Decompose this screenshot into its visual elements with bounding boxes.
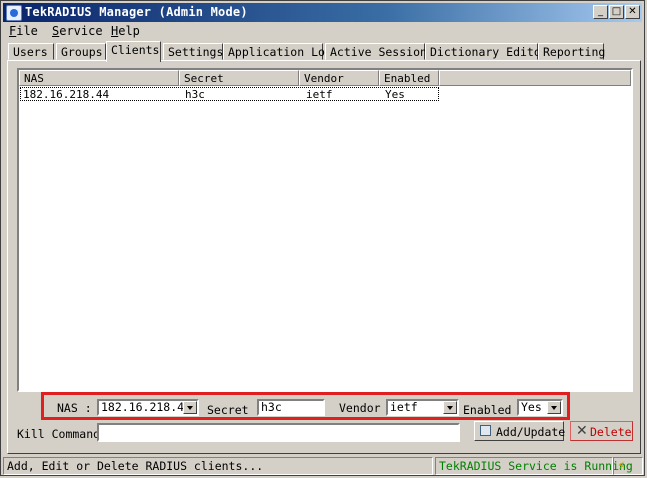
nas-label: NAS :: [57, 401, 92, 415]
column-vendor[interactable]: Vendor: [299, 70, 379, 86]
vendor-combo[interactable]: ietf: [386, 399, 459, 416]
status-hint: Add, Edit or Delete RADIUS clients...: [3, 457, 433, 475]
enabled-combo[interactable]: Yes: [517, 399, 563, 416]
tab-clients[interactable]: Clients: [106, 41, 161, 62]
main-window: TekRADIUS Manager (Admin Mode) _ □ ✕ Fil…: [0, 0, 645, 476]
menu-service-label: ervice: [59, 24, 103, 38]
menu-file[interactable]: File: [9, 24, 38, 38]
nas-combo[interactable]: 182.16.218.44: [97, 399, 199, 416]
app-icon: [6, 5, 22, 21]
cell-vendor: ietf: [306, 88, 333, 101]
vendor-dropdown-chevron-icon[interactable]: [443, 401, 457, 414]
menu-help-label: elp: [118, 24, 140, 38]
service-tray-icon[interactable]: ⚡: [617, 459, 625, 473]
tab-users[interactable]: Users: [8, 43, 54, 60]
close-button[interactable]: ✕: [625, 5, 640, 19]
enabled-label: Enabled :: [463, 403, 526, 417]
cell-secret: h3c: [185, 88, 205, 101]
add-update-label: Add/Update: [496, 425, 566, 439]
enabled-dropdown-chevron-icon[interactable]: [547, 401, 561, 414]
tab-reporting[interactable]: Reporting: [538, 43, 605, 60]
service-status: TekRADIUS Service is Running: [435, 457, 633, 475]
add-update-icon: [480, 425, 491, 436]
column-enabled[interactable]: Enabled: [379, 70, 439, 86]
delete-button[interactable]: ✕ Delete: [570, 421, 633, 441]
enabled-value: Yes: [521, 400, 542, 414]
secret-input[interactable]: h3c: [257, 399, 325, 416]
maximize-button[interactable]: □: [609, 5, 624, 19]
delete-x-icon: ✕: [576, 423, 588, 439]
column-nas[interactable]: NAS: [19, 70, 179, 86]
tab-application-log[interactable]: Application Log: [223, 43, 332, 60]
clients-list[interactable]: NAS Secret Vendor Enabled 182.16.218.44 …: [17, 68, 633, 392]
secret-label: Secret :: [207, 403, 263, 417]
kill-command-input[interactable]: [97, 423, 460, 442]
title-bar[interactable]: TekRADIUS Manager (Admin Mode) _ □ ✕: [3, 3, 642, 22]
tab-active-sessions[interactable]: Active Sessions: [325, 43, 434, 60]
menu-help[interactable]: Help: [111, 24, 140, 38]
cell-enabled: Yes: [385, 88, 405, 101]
column-secret[interactable]: Secret: [179, 70, 299, 86]
tray-area: ⚡: [613, 457, 643, 475]
nas-value: 182.16.218.44: [101, 400, 192, 414]
tab-dictionary-editor[interactable]: Dictionary Editor: [425, 43, 548, 60]
window-title: TekRADIUS Manager (Admin Mode): [25, 5, 248, 19]
vendor-value: ietf: [390, 400, 418, 414]
tab-groups[interactable]: Groups: [56, 43, 106, 60]
minimize-button[interactable]: _: [593, 5, 608, 19]
nas-dropdown-chevron-icon[interactable]: [183, 401, 197, 414]
menu-service[interactable]: Service: [52, 24, 103, 38]
delete-label: Delete: [590, 425, 632, 439]
status-bar: Add, Edit or Delete RADIUS clients... Te…: [3, 457, 643, 475]
cell-nas: 182.16.218.44: [23, 88, 110, 101]
tab-settings[interactable]: Settings: [163, 43, 223, 60]
add-update-button[interactable]: Add/Update: [474, 421, 566, 441]
menu-file-label: ile: [16, 24, 38, 38]
column-filler: [439, 70, 631, 86]
table-row[interactable]: 182.16.218.44 h3c ietf Yes: [20, 87, 439, 101]
